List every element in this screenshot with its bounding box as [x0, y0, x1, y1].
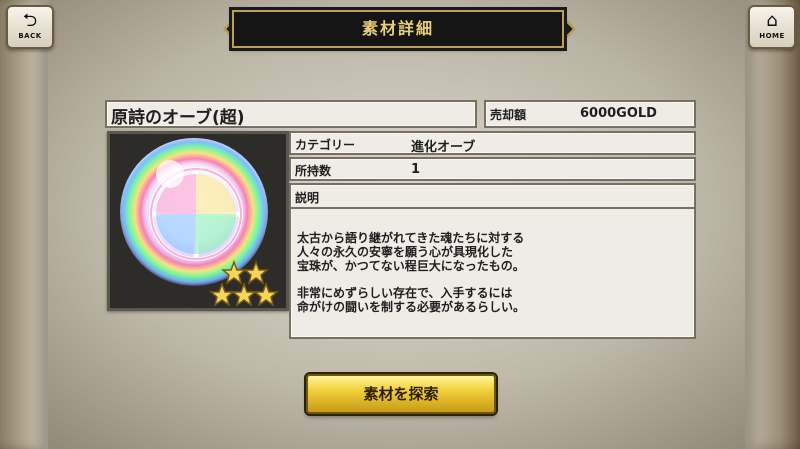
search-material-button[interactable]: 素材を探索: [306, 374, 496, 414]
sell-price-box: 売却額 6000GOLD: [484, 100, 696, 128]
back-arrow-icon: ⮌: [22, 10, 38, 31]
home-icon: ⌂: [766, 10, 778, 31]
category-label: カテゴリー: [295, 138, 356, 152]
search-material-label: 素材を探索: [363, 385, 439, 403]
home-label: HOME: [759, 32, 785, 40]
rainbow-orb-icon: [110, 134, 286, 308]
description-line: 命がけの闘いを制する必要があるらしい。: [297, 300, 526, 314]
page-title: 素材詳細: [361, 19, 434, 38]
category-row: カテゴリー 進化オーブ: [289, 131, 696, 155]
page-title-banner: 素材詳細: [232, 10, 564, 48]
owned-label: 所持数: [295, 164, 332, 178]
description-label: 説明: [295, 191, 320, 205]
owned-count-row: 所持数 1: [289, 157, 696, 181]
item-name-box: 原詩のオーブ(超): [105, 100, 477, 128]
sell-price-label: 売却額: [490, 108, 527, 122]
owned-value: 1: [411, 162, 421, 177]
book-left-edge: [0, 0, 48, 449]
description-box: 説明 太古から語り継がれてきた魂たちに対する 人々の永久の安寧を願う心が具現化し…: [289, 183, 696, 339]
back-button[interactable]: ⮌ BACK: [6, 5, 54, 49]
sell-price-value: 6000GOLD: [580, 106, 657, 121]
back-label: BACK: [18, 32, 42, 40]
description-divider: [291, 207, 694, 209]
book-right-edge: [745, 0, 800, 449]
home-button[interactable]: ⌂ HOME: [748, 5, 796, 49]
item-name: 原詩のオーブ(超): [111, 108, 245, 128]
category-value: 進化オーブ: [411, 140, 476, 155]
description-line: 宝珠が、かつてない程巨大になったもの。: [297, 259, 525, 273]
item-icon-frame: [107, 131, 289, 311]
